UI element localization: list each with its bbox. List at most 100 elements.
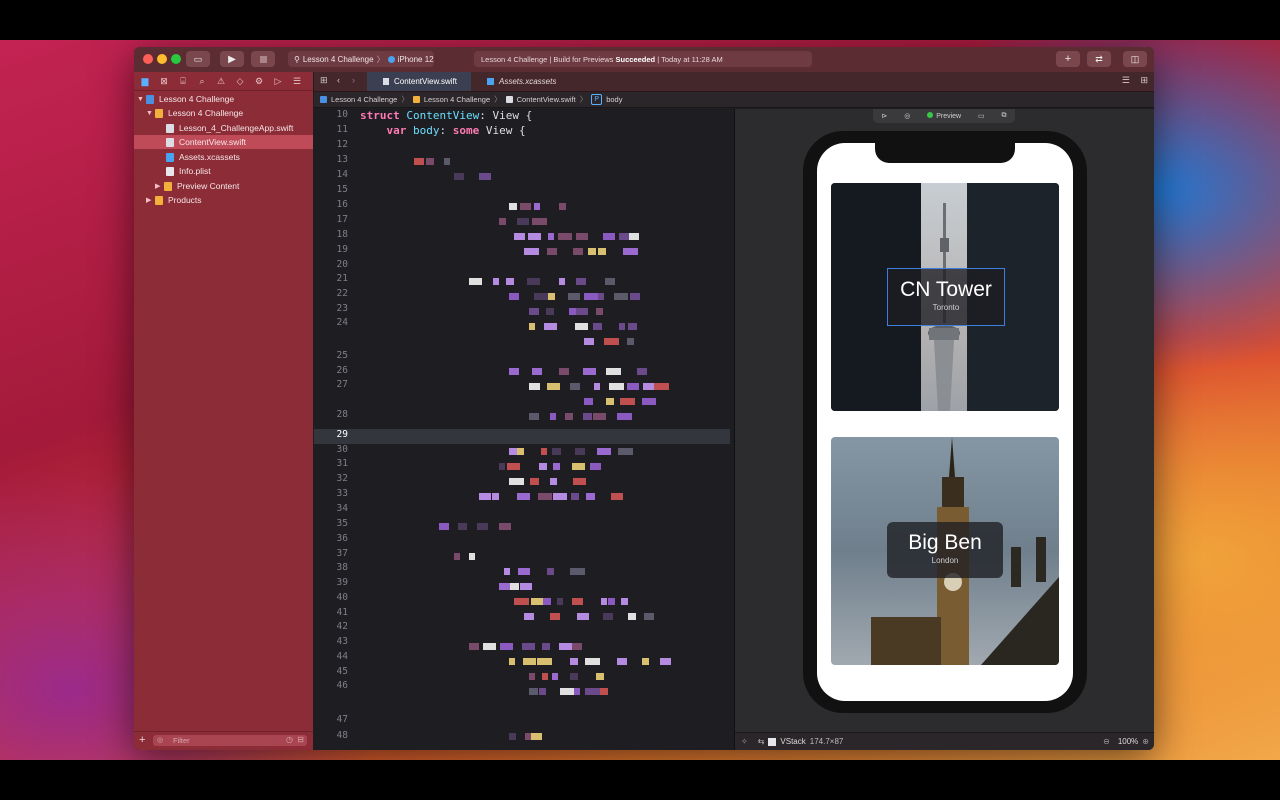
- pixelated-code-block: [583, 368, 596, 375]
- tree-item-info-plist[interactable]: Info.plist: [134, 164, 313, 178]
- pixelated-code-block: [601, 598, 607, 605]
- pixelated-code-block: [619, 233, 629, 240]
- duplicate-preview-icon[interactable]: ⧉: [1002, 112, 1007, 120]
- pixelated-code-block: [507, 463, 520, 470]
- diamond-icon[interactable]: ◇: [235, 76, 245, 87]
- tree-item-app-file[interactable]: Lesson_4_ChallengeApp.swift: [134, 121, 313, 135]
- report-icon[interactable]: ☰: [292, 76, 302, 87]
- jump-item-symbol[interactable]: body: [606, 95, 622, 104]
- pixelated-code-block: [570, 673, 578, 680]
- tree-item-assets[interactable]: Assets.xcassets: [134, 150, 313, 164]
- line-number: 42: [336, 621, 348, 632]
- sidebar-icon: ▭: [193, 53, 203, 64]
- property-name: body: [413, 124, 440, 137]
- pixelated-code-block: [542, 643, 550, 650]
- pixelated-code-block: [529, 383, 540, 390]
- zoom-level[interactable]: 100%: [1118, 737, 1138, 746]
- type-name: View: [492, 109, 519, 122]
- add-icon[interactable]: +: [139, 734, 145, 746]
- source-editor[interactable]: 10 11 12 13 14 15 16 17 18 19 20 21 22 23 24 25 26 27 28 29…: [314, 109, 734, 750]
- tree-item-products[interactable]: ▶ Products: [134, 193, 313, 207]
- card-title: CN Tower: [900, 278, 992, 301]
- zoom-in-icon[interactable]: ⊕: [1142, 737, 1149, 746]
- pixelated-code-block: [524, 613, 534, 620]
- hierarchy-icon[interactable]: ⌸: [178, 76, 188, 87]
- chevron-right-icon: 〉: [579, 95, 588, 104]
- scm-filter-icon[interactable]: ⊟: [297, 735, 304, 744]
- tag-icon[interactable]: ▷: [273, 76, 283, 87]
- tree-item-preview-content[interactable]: ▶ Preview Content: [134, 179, 313, 193]
- pixelated-code-block: [611, 493, 623, 500]
- add-editor-icon[interactable]: ⊞: [1140, 75, 1148, 86]
- line-number: 38: [336, 562, 348, 573]
- pixelated-code-block: [570, 658, 578, 665]
- pixelated-code-block: [608, 598, 615, 605]
- zoom-out-icon[interactable]: ⊖: [1103, 737, 1110, 746]
- tree-item-contentview[interactable]: ContentView.swift: [134, 135, 313, 149]
- landmark-card-big-ben[interactable]: Big Ben London: [831, 437, 1059, 665]
- jump-item-project[interactable]: Lesson 4 Challenge: [331, 95, 397, 104]
- inspect-icon[interactable]: ◎: [904, 112, 910, 120]
- toggle-inspector-button[interactable]: ◫: [1123, 51, 1147, 67]
- warning-icon[interactable]: ⚠: [216, 76, 226, 87]
- recent-files-icon[interactable]: ◷: [286, 735, 293, 744]
- scheme-name: Lesson 4 Challenge: [302, 54, 374, 64]
- filter-input[interactable]: ◎ Filter ◷ ⊟: [153, 735, 307, 746]
- device-screen: CN Tower Toronto Big Ben London: [817, 143, 1073, 701]
- preview-toggle[interactable]: Preview: [927, 112, 961, 120]
- jump-item-group[interactable]: Lesson 4 Challenge: [424, 95, 490, 104]
- disclosure-open-icon[interactable]: ▼: [146, 110, 155, 117]
- line-number: 34: [336, 503, 348, 514]
- minimize-window-button[interactable]: [157, 54, 167, 64]
- device-settings-icon[interactable]: ▭: [978, 112, 985, 120]
- pixelated-code-block: [499, 218, 506, 225]
- code-review-button[interactable]: ⇄: [1087, 51, 1111, 67]
- pixelated-code-block: [520, 203, 531, 210]
- zoom-window-button[interactable]: [171, 54, 181, 64]
- pixelated-code-block: [546, 308, 554, 315]
- pixelated-code-block: [584, 293, 598, 300]
- pixelated-code-block: [572, 643, 582, 650]
- pin-icon[interactable]: ✧: [741, 737, 748, 746]
- stop-button[interactable]: [251, 51, 275, 67]
- library-button[interactable]: +: [1056, 51, 1080, 67]
- folder-icon[interactable]: ▆: [140, 76, 150, 87]
- tab-contentview[interactable]: ContentView.swift: [367, 72, 471, 91]
- landmark-card-cn-tower[interactable]: CN Tower Toronto: [831, 183, 1059, 411]
- toggle-navigator-button[interactable]: ▭: [186, 51, 210, 67]
- adjust-icon[interactable]: ⇆: [758, 737, 765, 746]
- disclosure-closed-icon[interactable]: ▶: [146, 196, 155, 204]
- run-button[interactable]: ▶: [220, 51, 244, 67]
- keyword: struct: [360, 109, 400, 122]
- line-number: 12: [336, 139, 348, 150]
- pixelated-code-block: [559, 368, 569, 375]
- scheme-selector[interactable]: ⚲ Lesson 4 Challenge 〉 iPhone 12: [288, 51, 434, 67]
- live-preview-icon[interactable]: ⊳: [881, 112, 887, 120]
- xcode-window: ▭ ▶ ⚲ Lesson 4 Challenge 〉 iPhone 12 Les…: [134, 47, 1154, 750]
- pixelated-code-block: [547, 568, 554, 575]
- tree-item-group[interactable]: ▼ Lesson 4 Challenge: [134, 106, 313, 120]
- editor-options-icon[interactable]: ☰: [1122, 75, 1130, 86]
- forward-icon[interactable]: ›: [352, 75, 355, 85]
- disclosure-closed-icon[interactable]: ▶: [155, 182, 164, 190]
- close-window-button[interactable]: [143, 54, 153, 64]
- folder-icon: [155, 195, 163, 205]
- jump-item-file[interactable]: ContentView.swift: [517, 95, 576, 104]
- grid-icon[interactable]: ⊞: [320, 75, 328, 86]
- line-number: 16: [336, 199, 348, 210]
- card-label: Big Ben London: [887, 522, 1003, 578]
- pixelated-code-block: [528, 233, 541, 240]
- pixelated-code-block: [585, 658, 600, 665]
- search-icon[interactable]: ⌕: [197, 76, 207, 87]
- tree-item-project[interactable]: ▼ Lesson 4 Challenge: [134, 92, 313, 106]
- pixelated-code-block: [469, 278, 482, 285]
- debug-icon[interactable]: ⚙: [254, 76, 264, 87]
- disclosure-open-icon[interactable]: ▼: [137, 96, 146, 103]
- plus-icon: +: [1064, 53, 1072, 65]
- pixelated-code-block: [596, 673, 604, 680]
- pixelated-code-block: [529, 688, 538, 695]
- back-icon[interactable]: ‹: [337, 75, 340, 85]
- source-control-icon[interactable]: ⊠: [159, 76, 169, 87]
- iphone-device-frame: CN Tower Toronto Big Ben London: [803, 131, 1087, 713]
- tab-assets[interactable]: Assets.xcassets: [471, 72, 567, 91]
